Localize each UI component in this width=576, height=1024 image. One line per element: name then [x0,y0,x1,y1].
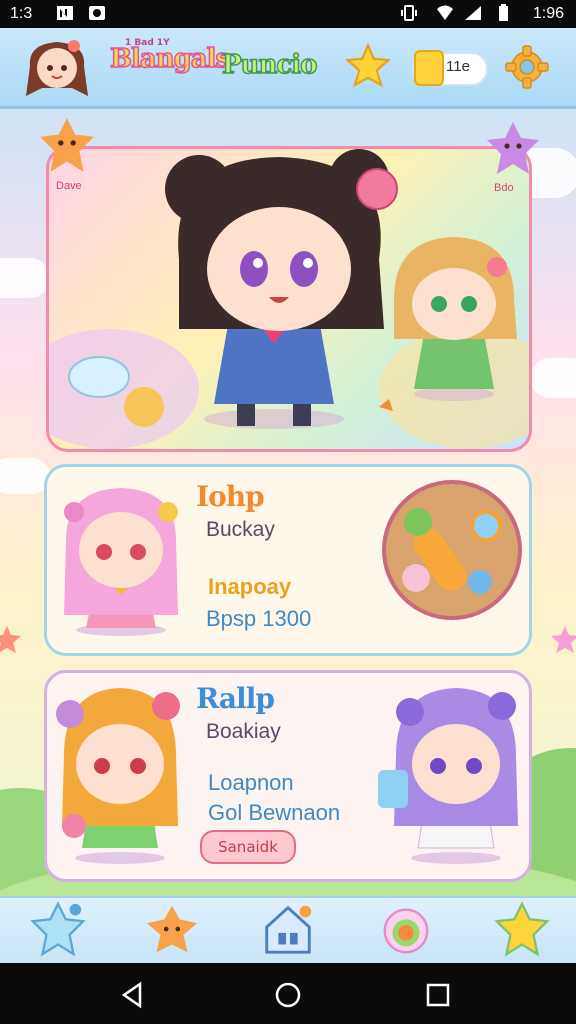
gear-icon[interactable] [504,44,550,90]
avatar-girl-icon[interactable] [22,36,92,102]
home-circle-icon[interactable] [273,980,303,1010]
card-subtitle: Boakiay [206,720,281,743]
card-line2: Bpsp 1300 [206,606,312,631]
recents-icon[interactable] [423,980,453,1010]
nav-home-button[interactable] [258,900,318,958]
coin-icon [414,50,444,86]
notification-n-icon [57,6,73,20]
hero-badge-right: Bdo [494,182,514,194]
star-icon [551,626,576,653]
status-clock: 1:96 [532,5,564,22]
game-logo-part2: Puncio [221,49,318,81]
back-icon[interactable] [118,980,148,1010]
hero-badge-left: Dave [56,180,82,192]
star-mascot-icon[interactable] [482,118,544,178]
status-bar: 1:3 1:96 [0,0,576,28]
status-time: 1:3 [10,5,33,22]
vibrate-icon [401,5,417,21]
card-title: Iohp [196,480,265,513]
star-mascot-icon[interactable] [36,114,98,176]
nav-pet-button[interactable] [142,900,202,958]
coin-count: 11e [446,58,470,75]
character-portrait [378,688,518,864]
nav-star-button[interactable] [492,900,552,958]
signal-icon [465,6,481,20]
card-line1: Loapnon [208,770,294,795]
wifi-icon [437,5,453,20]
nav-candy-button[interactable] [376,900,436,958]
star-icon [0,626,21,653]
card-line2: Gol Bewnaon [208,800,341,825]
hero-banner[interactable] [46,146,532,452]
star-icon[interactable] [346,44,390,88]
character-portrait [56,688,180,864]
game-logo-part1: Blangals [109,43,231,75]
card-action-chip[interactable]: Sanaidk [200,830,296,864]
card-subtitle: Buckay [206,518,275,541]
hero-illustration [49,149,529,449]
candy-plate-icon[interactable] [380,478,524,622]
nav-star-button[interactable] [28,900,88,958]
card-title: Rallp [196,682,275,715]
character-portrait [64,488,178,636]
notification-image-icon [89,6,105,20]
battery-icon [499,4,508,21]
card-line1: Inapoay [208,574,292,599]
